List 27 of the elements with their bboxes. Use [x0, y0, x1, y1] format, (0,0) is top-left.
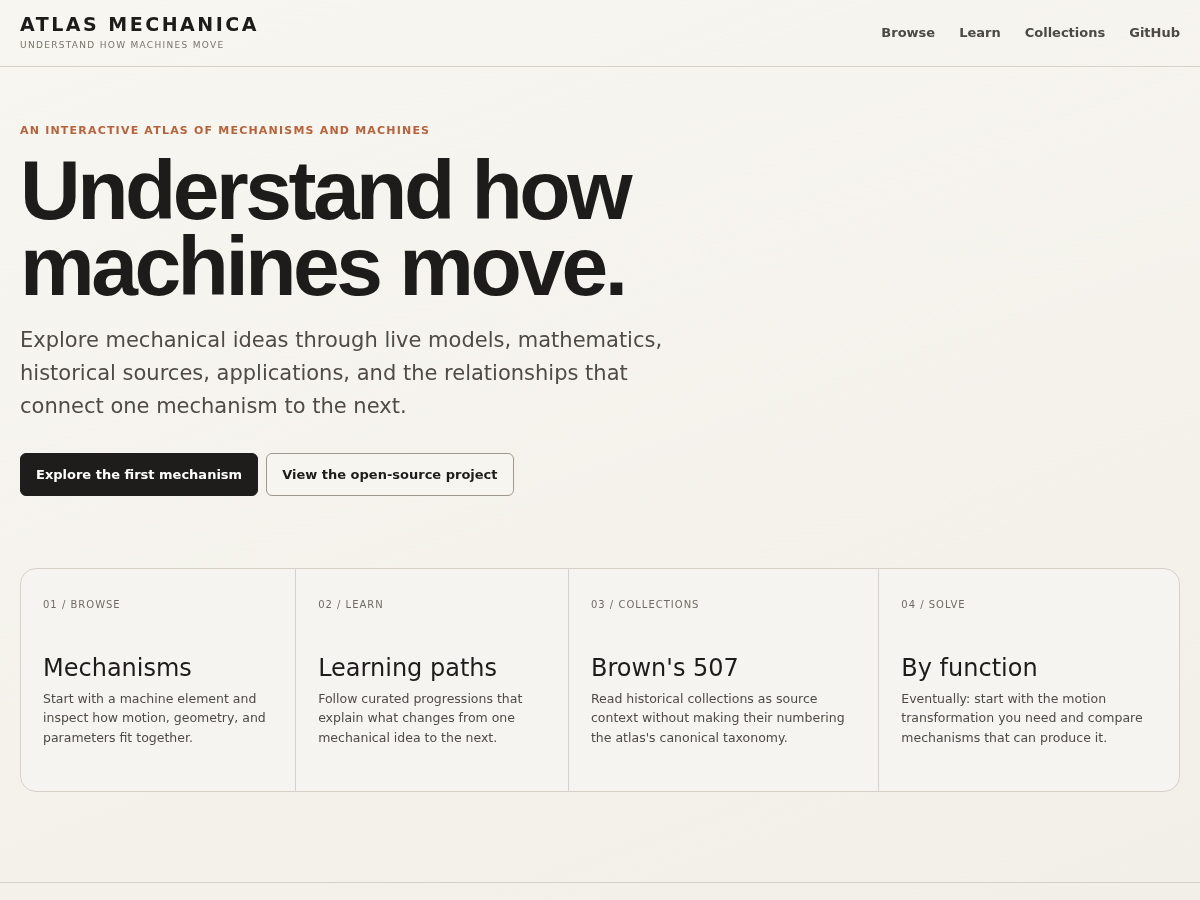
card-title: Brown's 507 [590, 654, 740, 683]
card-title: Learning paths [318, 654, 499, 683]
site-title[interactable]: ATLAS MECHANICA [20, 13, 259, 35]
feature-card[interactable]: 04 / SOLVE By function Eventually: start with the motion transformation you need and compare mechanisms that can produce it. [878, 569, 1179, 791]
card-eyebrow: 04 / SOLVE [901, 598, 967, 612]
hero-heading: Understand how machines move. [20, 151, 631, 304]
feature-card[interactable]: 02 / LEARN Learning paths Follow curated progressions that explain what changes from one mechanical idea to the next. [295, 569, 568, 791]
card-eyebrow: 01 / BROWSE [43, 598, 122, 612]
card-title: By function [901, 654, 1039, 683]
card-description: Follow curated progressions that explain what changes from one mechanical idea to the next. [318, 689, 524, 747]
nav-link[interactable]: Learn [959, 23, 1001, 43]
card-description: Start with a machine element and inspect how motion, geometry, and parameters fit together. [43, 689, 267, 747]
card-eyebrow: 02 / LEARN [318, 598, 385, 612]
feature-card[interactable]: 03 / COLLECTIONS Brown's 507 Read historical collections as source context without making their numbering the atlas's canonical taxonomy. [567, 569, 879, 791]
explore-button[interactable]: Explore the first mechanism [20, 452, 259, 496]
card-description: Read historical collections as source context without making their numbering the atlas's canonical taxonomy. [590, 689, 846, 747]
nav-link[interactable]: Browse [881, 23, 936, 43]
site-tagline: UNDERSTAND HOW MACHINES MOVE [20, 38, 226, 52]
nav-link[interactable]: GitHub [1129, 23, 1180, 43]
hero-description: Explore mechanical ideas through live models, mathematics, historical sources, applications, and the relationships that connect one mechanism to the next. [20, 326, 664, 420]
project-button[interactable]: View the open-source project [266, 452, 514, 496]
card-title: Mechanisms [43, 654, 193, 683]
hero-eyebrow: AN INTERACTIVE ATLAS OF MECHANISMS AND MACHINES [20, 123, 432, 139]
card-description: Eventually: start with the motion transformation you need and compare mechanisms that can produce it. [901, 689, 1144, 747]
card-eyebrow: 03 / COLLECTIONS [590, 598, 701, 612]
nav-link[interactable]: Collections [1024, 23, 1106, 43]
feature-card[interactable]: 01 / BROWSE Mechanisms Start with a machine element and inspect how motion, geometry, and parameters fit together. [21, 569, 296, 791]
